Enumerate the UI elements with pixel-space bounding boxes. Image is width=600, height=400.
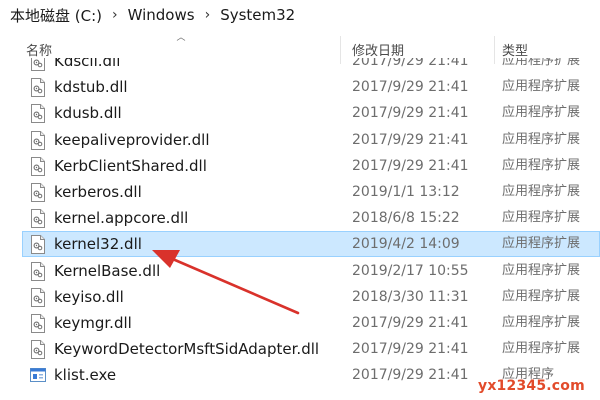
file-name: kernel32.dll — [54, 235, 142, 254]
file-row[interactable]: KeywordDetectorMsftSidAdapter.dll 2017/9/… — [22, 336, 600, 362]
file-name: KerbClientShared.dll — [54, 156, 207, 175]
file-type: 应用程序扩展 — [502, 184, 581, 199]
dll-file-icon — [31, 156, 45, 176]
file-row[interactable]: KerbClientShared.dll 2017/9/29 21:41 应用程序扩… — [22, 153, 600, 179]
file-name: Kdscli.dll — [54, 58, 121, 70]
file-name: keyiso.dll — [54, 287, 124, 306]
file-row[interactable]: kdusb.dll 2017/9/29 21:41 应用程序扩展 — [22, 100, 600, 126]
file-modified-date: 2019/1/1 13:12 — [352, 184, 460, 200]
file-modified-date: 2017/9/29 21:41 — [352, 157, 469, 174]
dll-file-icon — [31, 78, 45, 98]
file-modified-date: 2017/9/29 21:41 — [352, 58, 469, 69]
watermark-text: yx12345.com — [478, 378, 585, 394]
file-name: kdstub.dll — [54, 78, 128, 97]
file-row[interactable]: keyiso.dll 2018/3/30 11:31 应用程序扩展 — [22, 284, 600, 310]
breadcrumb-chevron-icon[interactable]: › — [199, 7, 217, 23]
breadcrumb-item-windows[interactable]: Windows — [124, 6, 199, 24]
file-name: kernel.appcore.dll — [54, 209, 189, 228]
file-modified-date: 2018/6/8 15:22 — [352, 210, 460, 227]
file-type: 应用程序扩展 — [502, 58, 581, 68]
file-row[interactable]: kernel32.dll 2019/4/2 14:09 应用程序扩展 — [22, 231, 600, 258]
file-type: 应用程序扩展 — [502, 210, 581, 226]
file-modified-date: 2018/3/30 11:31 — [352, 288, 469, 305]
dll-file-icon — [31, 287, 45, 307]
file-modified-date: 2017/9/29 21:41 — [352, 131, 469, 148]
file-name: keepaliveprovider.dll — [54, 130, 210, 149]
file-name: KernelBase.dll — [54, 261, 161, 280]
file-modified-date: 2019/2/17 10:55 — [352, 262, 469, 279]
file-type: 应用程序扩展 — [502, 341, 581, 357]
dll-file-icon — [31, 183, 45, 202]
file-type: 应用程序扩展 — [502, 236, 581, 252]
file-row[interactable]: KernelBase.dll 2019/2/17 10:55 应用程序扩展 — [22, 258, 600, 284]
file-row[interactable]: kdstub.dll 2017/9/29 21:41 应用程序扩展 — [22, 74, 600, 100]
file-list: Kdscli.dll 2017/9/29 21:41 应用程序扩展 kdstub.dl… — [0, 58, 600, 400]
file-modified-date: 2017/9/29 21:41 — [352, 367, 469, 384]
file-type: 应用程序扩展 — [502, 131, 581, 147]
file-modified-date: 2019/4/2 14:09 — [352, 236, 460, 253]
breadcrumb: 本地磁盘 (C:) › Windows › System32 — [0, 0, 600, 30]
exe-file-icon — [30, 368, 46, 383]
file-type: 应用程序扩展 — [502, 157, 581, 173]
file-name: kerberos.dll — [54, 183, 142, 201]
file-modified-date: 2017/9/29 21:41 — [352, 341, 469, 358]
dll-file-icon — [31, 104, 45, 124]
file-type: 应用程序扩展 — [502, 79, 581, 95]
dll-file-icon — [31, 340, 45, 360]
dll-file-icon — [31, 235, 45, 255]
breadcrumb-item-system32[interactable]: System32 — [216, 6, 299, 24]
dll-file-icon — [31, 314, 45, 333]
file-type: 应用程序扩展 — [502, 262, 581, 278]
file-row[interactable]: keymgr.dll 2017/9/29 21:41 应用程序扩展 — [22, 310, 600, 336]
file-name: kdusb.dll — [54, 104, 122, 123]
dll-file-icon — [31, 209, 45, 229]
file-name: KeywordDetectorMsftSidAdapter.dll — [54, 340, 320, 359]
file-type: 应用程序扩展 — [502, 288, 581, 304]
file-type: 应用程序扩展 — [502, 105, 581, 121]
file-row[interactable]: kerberos.dll 2019/1/1 13:12 应用程序扩展 — [22, 179, 600, 205]
file-row[interactable]: keepaliveprovider.dll 2017/9/29 21:41 应用程序… — [22, 127, 600, 153]
file-name: keymgr.dll — [54, 314, 132, 332]
breadcrumb-item-drive-c[interactable]: 本地磁盘 (C:) — [6, 5, 106, 26]
file-modified-date: 2017/9/29 21:41 — [352, 79, 469, 96]
file-modified-date: 2017/9/29 21:41 — [352, 105, 469, 122]
dll-file-icon — [31, 58, 45, 71]
dll-file-icon — [31, 261, 45, 281]
file-row[interactable]: Kdscli.dll 2017/9/29 21:41 应用程序扩展 — [22, 58, 600, 74]
dll-file-icon — [31, 130, 45, 150]
breadcrumb-chevron-icon[interactable]: › — [106, 7, 124, 23]
file-type: 应用程序扩展 — [502, 315, 581, 330]
file-modified-date: 2017/9/29 21:41 — [352, 315, 469, 331]
file-row[interactable]: kernel.appcore.dll 2018/6/8 15:22 应用程序扩展 — [22, 205, 600, 231]
file-name: klist.exe — [54, 366, 117, 385]
sort-ascending-icon: ︿ — [176, 33, 186, 43]
